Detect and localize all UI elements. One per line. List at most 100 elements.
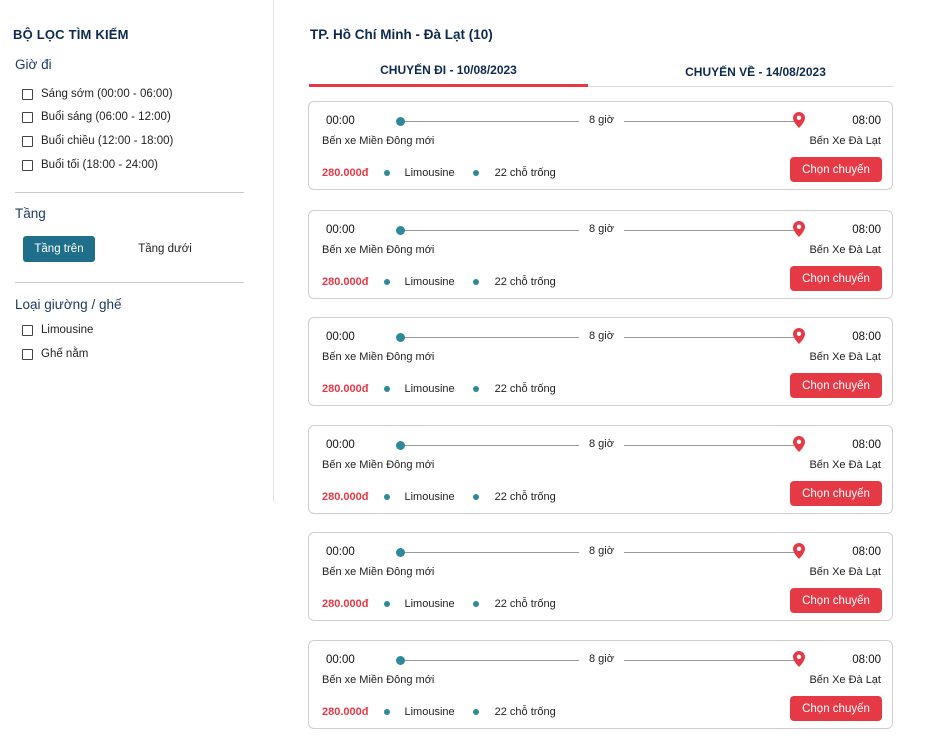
checkbox-icon[interactable]	[22, 111, 33, 123]
trip-meta: 280.000đ Limousine 22 chỗ trống	[322, 706, 556, 718]
trip-price: 280.000đ	[322, 383, 369, 395]
departure-time: 00:00	[326, 331, 355, 343]
choose-trip-button[interactable]: Chọn chuyến	[790, 373, 882, 398]
trip-price: 280.000đ	[322, 706, 369, 718]
filter-time-early-morning[interactable]: Sáng sớm (00:00 - 06:00)	[22, 88, 173, 100]
bullet-dot-icon	[384, 170, 391, 176]
arrival-station: Bến Xe Đà Lạt	[809, 244, 881, 256]
available-seats: 22 chỗ trống	[494, 383, 556, 395]
departure-station: Bến xe Miền Đông mới	[322, 135, 435, 147]
trip-tabs: CHUYẾN ĐI - 10/08/2023 CHUYẾN VỀ - 14/08…	[309, 56, 893, 87]
trip-meta: 280.000đ Limousine 22 chỗ trống	[322, 383, 556, 395]
choose-trip-button[interactable]: Chọn chuyến	[790, 481, 882, 506]
route-dot-icon	[396, 117, 405, 126]
available-seats: 22 chỗ trống	[494, 706, 556, 718]
bullet-dot-icon	[384, 709, 391, 715]
floor-upper-button[interactable]: Tầng trên	[23, 236, 95, 262]
departure-time: 00:00	[326, 115, 355, 127]
map-pin-icon	[793, 436, 805, 452]
departure-station: Bến xe Miền Đông mới	[322, 351, 435, 363]
choose-trip-button[interactable]: Chọn chuyến	[790, 266, 882, 291]
vehicle-type: Limousine	[404, 276, 455, 288]
choose-trip-button[interactable]: Chọn chuyến	[790, 157, 882, 182]
available-seats: 22 chỗ trống	[494, 598, 556, 610]
arrival-station: Bến Xe Đà Lạt	[809, 459, 881, 471]
trip-duration: 8 giờ	[579, 114, 624, 126]
floor-heading: Tầng	[15, 206, 46, 221]
checkbox-icon[interactable]	[22, 135, 33, 147]
route-dot-icon	[396, 333, 405, 342]
trip-duration: 8 giờ	[579, 438, 624, 450]
arrival-station: Bến Xe Đà Lạt	[809, 351, 881, 363]
filter-time-morning[interactable]: Buổi sáng (06:00 - 12:00)	[22, 111, 171, 123]
filter-seat-limousine[interactable]: Limousine	[22, 324, 93, 336]
checkbox-icon[interactable]	[22, 348, 33, 360]
trip-meta: 280.000đ Limousine 22 chỗ trống	[322, 598, 556, 610]
vehicle-type: Limousine	[404, 167, 455, 179]
trip-meta: 280.000đ Limousine 22 chỗ trống	[322, 491, 556, 503]
choose-trip-button[interactable]: Chọn chuyến	[790, 696, 882, 721]
departure-station: Bến xe Miền Đông mới	[322, 244, 435, 256]
trip-meta: 280.000đ Limousine 22 chỗ trống	[322, 167, 556, 179]
checkbox-icon[interactable]	[22, 88, 33, 100]
trip-card: 00:00 8 giờ 08:00 Bến xe Miền Đông mới B…	[308, 425, 893, 514]
trip-card: 00:00 8 giờ 08:00 Bến xe Miền Đông mới B…	[308, 210, 893, 299]
vehicle-type: Limousine	[404, 383, 455, 395]
trip-card: 00:00 8 giờ 08:00 Bến xe Miền Đông mới B…	[308, 101, 893, 190]
arrival-time: 08:00	[852, 115, 881, 127]
filter-time-evening[interactable]: Buổi tối (18:00 - 24:00)	[22, 159, 158, 171]
departure-time-heading: Giờ đi	[15, 57, 52, 72]
trip-price: 280.000đ	[322, 598, 369, 610]
departure-time: 00:00	[326, 654, 355, 666]
filter-option-label: Limousine	[41, 324, 94, 336]
trip-card: 00:00 8 giờ 08:00 Bến xe Miền Đông mới B…	[308, 317, 893, 406]
map-pin-icon	[793, 543, 805, 559]
choose-trip-button[interactable]: Chọn chuyến	[790, 588, 882, 613]
vehicle-type: Limousine	[404, 706, 455, 718]
map-pin-icon	[793, 328, 805, 344]
arrival-time: 08:00	[852, 654, 881, 666]
map-pin-icon	[793, 112, 805, 128]
route-dot-icon	[396, 548, 405, 557]
departure-station: Bến xe Miền Đông mới	[322, 674, 435, 686]
tab-outbound[interactable]: CHUYẾN ĐI - 10/08/2023	[309, 56, 588, 87]
trip-card: 00:00 8 giờ 08:00 Bến xe Miền Đông mới B…	[308, 640, 893, 729]
trip-price: 280.000đ	[322, 276, 369, 288]
bullet-dot-icon	[472, 494, 479, 500]
trip-card: 00:00 8 giờ 08:00 Bến xe Miền Đông mới B…	[308, 532, 893, 621]
bullet-dot-icon	[472, 170, 479, 176]
checkbox-icon[interactable]	[22, 324, 33, 336]
bullet-dot-icon	[472, 709, 479, 715]
arrival-time: 08:00	[852, 439, 881, 451]
departure-station: Bến xe Miền Đông mới	[322, 566, 435, 578]
trip-price: 280.000đ	[322, 491, 369, 503]
vehicle-type: Limousine	[404, 598, 455, 610]
floor-lower-button[interactable]: Tầng dưới	[126, 236, 204, 262]
bullet-dot-icon	[472, 279, 479, 285]
filter-option-label: Buổi chiều (12:00 - 18:00)	[41, 135, 174, 147]
trip-price: 280.000đ	[322, 167, 369, 179]
trip-duration: 8 giờ	[579, 545, 624, 557]
filter-title: BỘ LỌC TÌM KIẾM	[13, 27, 129, 42]
trip-meta: 280.000đ Limousine 22 chỗ trống	[322, 276, 556, 288]
available-seats: 22 chỗ trống	[494, 167, 556, 179]
tab-return[interactable]: CHUYẾN VỀ - 14/08/2023	[616, 56, 895, 87]
trip-duration: 8 giờ	[579, 653, 624, 665]
filter-sidebar: BỘ LỌC TÌM KIẾM Giờ đi Sáng sớm (00:00 -…	[0, 0, 274, 502]
arrival-time: 08:00	[852, 331, 881, 343]
filter-time-afternoon[interactable]: Buổi chiều (12:00 - 18:00)	[22, 135, 173, 147]
departure-time: 00:00	[326, 439, 355, 451]
trip-duration: 8 giờ	[579, 330, 624, 342]
filter-seat-sleeper[interactable]: Ghế nằm	[22, 348, 88, 360]
departure-time: 00:00	[326, 546, 355, 558]
route-dot-icon	[396, 441, 405, 450]
available-seats: 22 chỗ trống	[494, 276, 556, 288]
departure-station: Bến xe Miền Đông mới	[322, 459, 435, 471]
map-pin-icon	[793, 221, 805, 237]
divider	[15, 192, 244, 193]
arrival-station: Bến Xe Đà Lạt	[809, 135, 881, 147]
map-pin-icon	[793, 651, 805, 667]
checkbox-icon[interactable]	[22, 159, 33, 171]
route-title: TP. Hồ Chí Minh - Đà Lạt (10)	[310, 27, 493, 42]
available-seats: 22 chỗ trống	[494, 491, 556, 503]
